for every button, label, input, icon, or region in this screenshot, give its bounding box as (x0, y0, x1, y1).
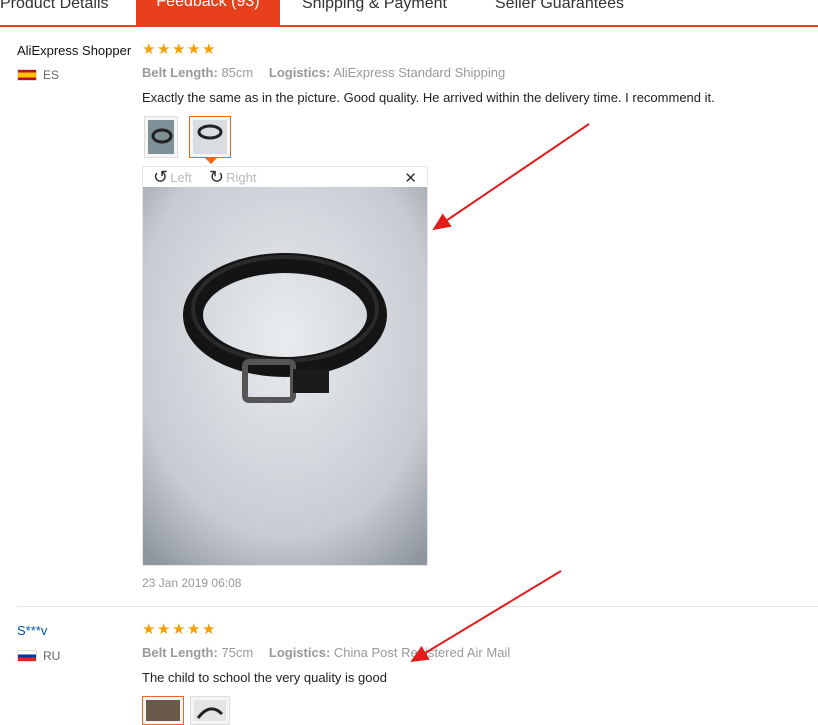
star-icon: ★ (187, 41, 201, 58)
tab-feedback-label: Feedback (93) (156, 0, 260, 10)
review-text: The child to school the very quality is … (142, 670, 387, 685)
review-tabs: Product Details Feedback (93) Shipping &… (0, 0, 818, 27)
review-date: 23 Jan 2019 06:08 (142, 576, 242, 590)
star-icon: ★ (157, 621, 171, 638)
star-icon: ★ (202, 621, 216, 638)
attr-value: AliExpress Standard Shipping (333, 65, 506, 80)
photo-thumbnail-image (146, 700, 180, 721)
review-attributes: Belt Length: 85cm Logistics: AliExpress … (142, 65, 505, 80)
attr-label: Belt Length: (142, 65, 218, 80)
attr-value: 75cm (221, 645, 254, 660)
reviewer-name: AliExpress Shopper (17, 43, 132, 58)
star-icon: ★ (142, 41, 156, 58)
review-photo-thumbnail[interactable] (190, 696, 230, 725)
tab-shipping-payment[interactable]: Shipping & Payment (302, 0, 447, 25)
tab-seller-guarantees[interactable]: Seller Guarantees (495, 0, 624, 25)
attr-label: Logistics: (268, 65, 331, 80)
rotate-right-button[interactable]: ↻ Right (209, 168, 256, 186)
attr-value: 85cm (221, 65, 254, 80)
tab-product-details[interactable]: Product Details (0, 0, 109, 25)
russia-flag-icon (17, 650, 37, 662)
star-rating: ★ ★ ★ ★ ★ (142, 41, 216, 58)
review-photo-belt (143, 187, 427, 565)
review-attributes: Belt Length: 75cm Logistics: China Post … (142, 645, 510, 660)
rotate-left-button[interactable]: ↺ Left (153, 168, 192, 186)
country-code: ES (43, 68, 60, 82)
attr-label: Logistics: (268, 645, 331, 660)
review-divider (17, 606, 818, 607)
star-icon: ★ (172, 41, 186, 58)
attr-value: China Post Registered Air Mail (333, 645, 511, 660)
close-icon[interactable]: ✕ (404, 169, 417, 187)
rotate-left-label: Left (170, 169, 192, 185)
review-photo-thumbnail[interactable] (142, 696, 184, 725)
photo-thumbnail-image (194, 700, 226, 721)
reviewer-country: RU (17, 649, 60, 663)
tab-feedback[interactable]: Feedback (93) (136, 0, 280, 27)
review-photo-thumbnail[interactable] (144, 116, 178, 158)
selected-thumbnail-pointer (204, 157, 218, 164)
photo-thumbnail-image (148, 120, 174, 154)
annotation-arrow (432, 123, 590, 231)
review-text: Exactly the same as in the picture. Good… (142, 90, 715, 105)
photo-viewer: ↺ Left ↻ Right ✕ (142, 166, 428, 566)
rotate-left-icon: ↺ (153, 167, 169, 187)
photo-thumbnail-image (193, 120, 227, 154)
star-rating: ★ ★ ★ ★ ★ (142, 621, 216, 638)
star-icon: ★ (187, 621, 201, 638)
attr-label: Belt Length: (142, 645, 218, 660)
rotate-right-label: Right (226, 169, 257, 185)
star-icon: ★ (157, 41, 171, 58)
star-icon: ★ (142, 621, 156, 638)
review-photo-thumbnail-active[interactable] (189, 116, 231, 158)
spain-flag-icon (17, 69, 37, 81)
reviewer-country: ES (17, 68, 59, 82)
star-icon: ★ (202, 41, 216, 58)
rotate-right-icon: ↻ (209, 167, 225, 187)
photo-viewer-toolbar: ↺ Left ↻ Right ✕ (143, 167, 429, 187)
star-icon: ★ (172, 621, 186, 638)
reviewer-name[interactable]: S***v (17, 623, 47, 638)
country-code: RU (43, 649, 61, 663)
